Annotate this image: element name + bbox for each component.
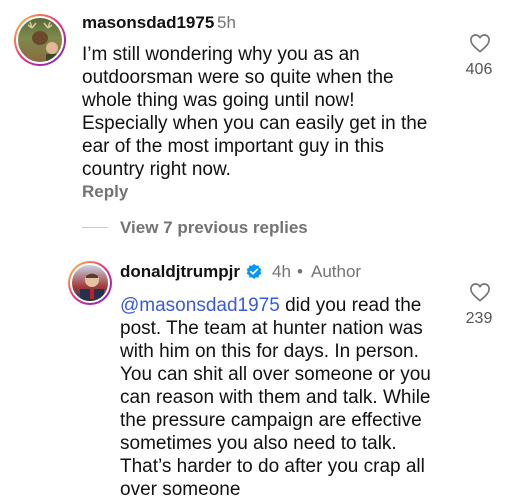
heart-outline-icon[interactable] [469,282,491,302]
comment-time: 4h [272,262,291,281]
heart-outline-icon[interactable] [469,33,491,53]
comment-username[interactable]: donaldjtrumpjr [120,262,240,282]
avatar-image [16,16,64,64]
comment-text-start: did you read the [279,295,422,316]
comment-first-line: @masonsdad1975 did you read the [120,294,460,317]
replies-divider [82,227,108,228]
user-mention-link[interactable]: @masonsdad1975 [120,295,280,316]
author-label: Author [311,262,362,281]
avatar[interactable] [68,261,112,305]
like-count: 239 [465,310,493,327]
meta-separator: • [297,262,303,281]
view-previous-replies-button[interactable]: View 7 previous replies [120,218,308,238]
comment-text: I’m still wondering why you as an outdoo… [82,44,428,180]
profile-photo-icon [80,273,104,301]
reply-button[interactable]: Reply [82,182,128,202]
comment-text: post. The team at hunter nation was with… [120,318,431,500]
comment-username[interactable]: masonsdad1975 [82,13,214,33]
deer-photo-icon [27,21,60,62]
like-count: 406 [465,61,493,78]
avatar-image [70,263,110,303]
comment-time: 5h [217,13,236,32]
verified-badge-icon [246,263,262,280]
avatar[interactable] [14,14,66,66]
